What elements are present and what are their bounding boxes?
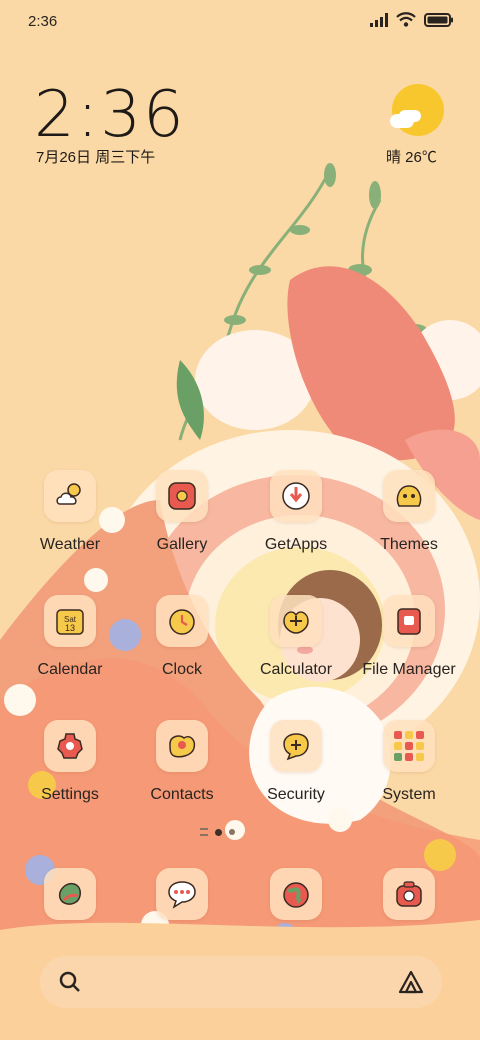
app-clock[interactable]: Clock: [127, 595, 237, 705]
gallery-icon: [168, 482, 196, 510]
contacts-icon: [169, 735, 196, 758]
app-label: Settings: [41, 786, 99, 803]
weather-icon: [56, 483, 81, 505]
app-tile: [156, 470, 208, 522]
calendar-date: 13: [65, 623, 75, 633]
app-label: System: [382, 786, 436, 803]
app-tile: [383, 720, 435, 772]
app-tile: [156, 720, 208, 772]
clock-widget-time[interactable]: 2:36: [34, 78, 186, 152]
wifi-icon: [396, 12, 416, 27]
app-tile: [270, 720, 322, 772]
status-bar: 2:36: [0, 0, 480, 42]
app-label: Gallery: [156, 536, 208, 553]
clock-widget-date: 7月26日 周三下午: [36, 149, 156, 166]
phone-icon: [58, 882, 81, 905]
security-icon: [283, 733, 309, 761]
themes-icon: [396, 485, 422, 507]
app-contacts[interactable]: Contacts: [127, 720, 237, 830]
weather-text: 晴 26℃: [386, 149, 437, 166]
battery-icon: [424, 12, 453, 27]
messages-icon: [168, 881, 196, 909]
app-tile: [270, 470, 322, 522]
app-tile: [270, 595, 322, 647]
app-calculator[interactable]: Calculator: [241, 595, 351, 705]
app-label: Contacts: [150, 786, 214, 803]
app-label: GetApps: [264, 536, 328, 553]
app-tile: [383, 470, 435, 522]
app-label: Clock: [161, 661, 202, 678]
page-indicator[interactable]: [200, 828, 235, 836]
app-tile: [156, 868, 208, 920]
app-tile: [270, 868, 322, 920]
signal-icon: [370, 12, 388, 27]
app-label: Calculator: [259, 661, 333, 678]
page-dot: [229, 829, 235, 835]
sun-icon: [392, 84, 444, 136]
calendar-icon: Sat 13: [56, 609, 84, 635]
app-gallery[interactable]: Gallery: [127, 470, 237, 580]
weather-widget[interactable]: 晴 26℃: [386, 84, 446, 166]
app-system-folder[interactable]: System: [354, 720, 464, 830]
file-manager-icon: [397, 608, 421, 635]
app-tile: [383, 868, 435, 920]
search-icon: [59, 971, 80, 992]
system-folder-icon: [394, 731, 424, 761]
app-list-indicator-icon: [200, 828, 208, 836]
status-time: 2:36: [28, 13, 58, 30]
app-weather[interactable]: Weather: [15, 470, 125, 580]
calculator-icon: [283, 611, 309, 634]
app-label: File Manager: [362, 661, 456, 678]
app-file-manager[interactable]: File Manager: [354, 595, 464, 705]
camera-icon: [396, 881, 422, 907]
app-tile: [44, 720, 96, 772]
getapps-icon: [282, 482, 310, 510]
app-themes[interactable]: Themes: [354, 470, 464, 580]
app-label: Weather: [39, 536, 101, 553]
clock-icon: [169, 609, 195, 635]
app-tile: [383, 595, 435, 647]
app-tile: [156, 595, 208, 647]
app-label: Themes: [380, 536, 438, 553]
search-bar[interactable]: [40, 956, 442, 1008]
app-tile: [44, 868, 96, 920]
app-calendar[interactable]: Sat 13 Calendar: [15, 595, 125, 705]
app-settings[interactable]: Settings: [15, 720, 125, 830]
page-dot-active: [215, 828, 222, 836]
app-label: Security: [267, 786, 325, 803]
app-tile: Sat 13: [44, 595, 96, 647]
cloud-icon: [390, 114, 414, 128]
app-tile: [44, 470, 96, 522]
browser-icon: [283, 882, 309, 908]
app-security[interactable]: Security: [241, 720, 351, 830]
assistant-icon[interactable]: [398, 970, 424, 994]
settings-icon: [57, 733, 83, 759]
app-label: Calendar: [37, 661, 103, 678]
app-getapps[interactable]: GetApps: [241, 470, 351, 580]
